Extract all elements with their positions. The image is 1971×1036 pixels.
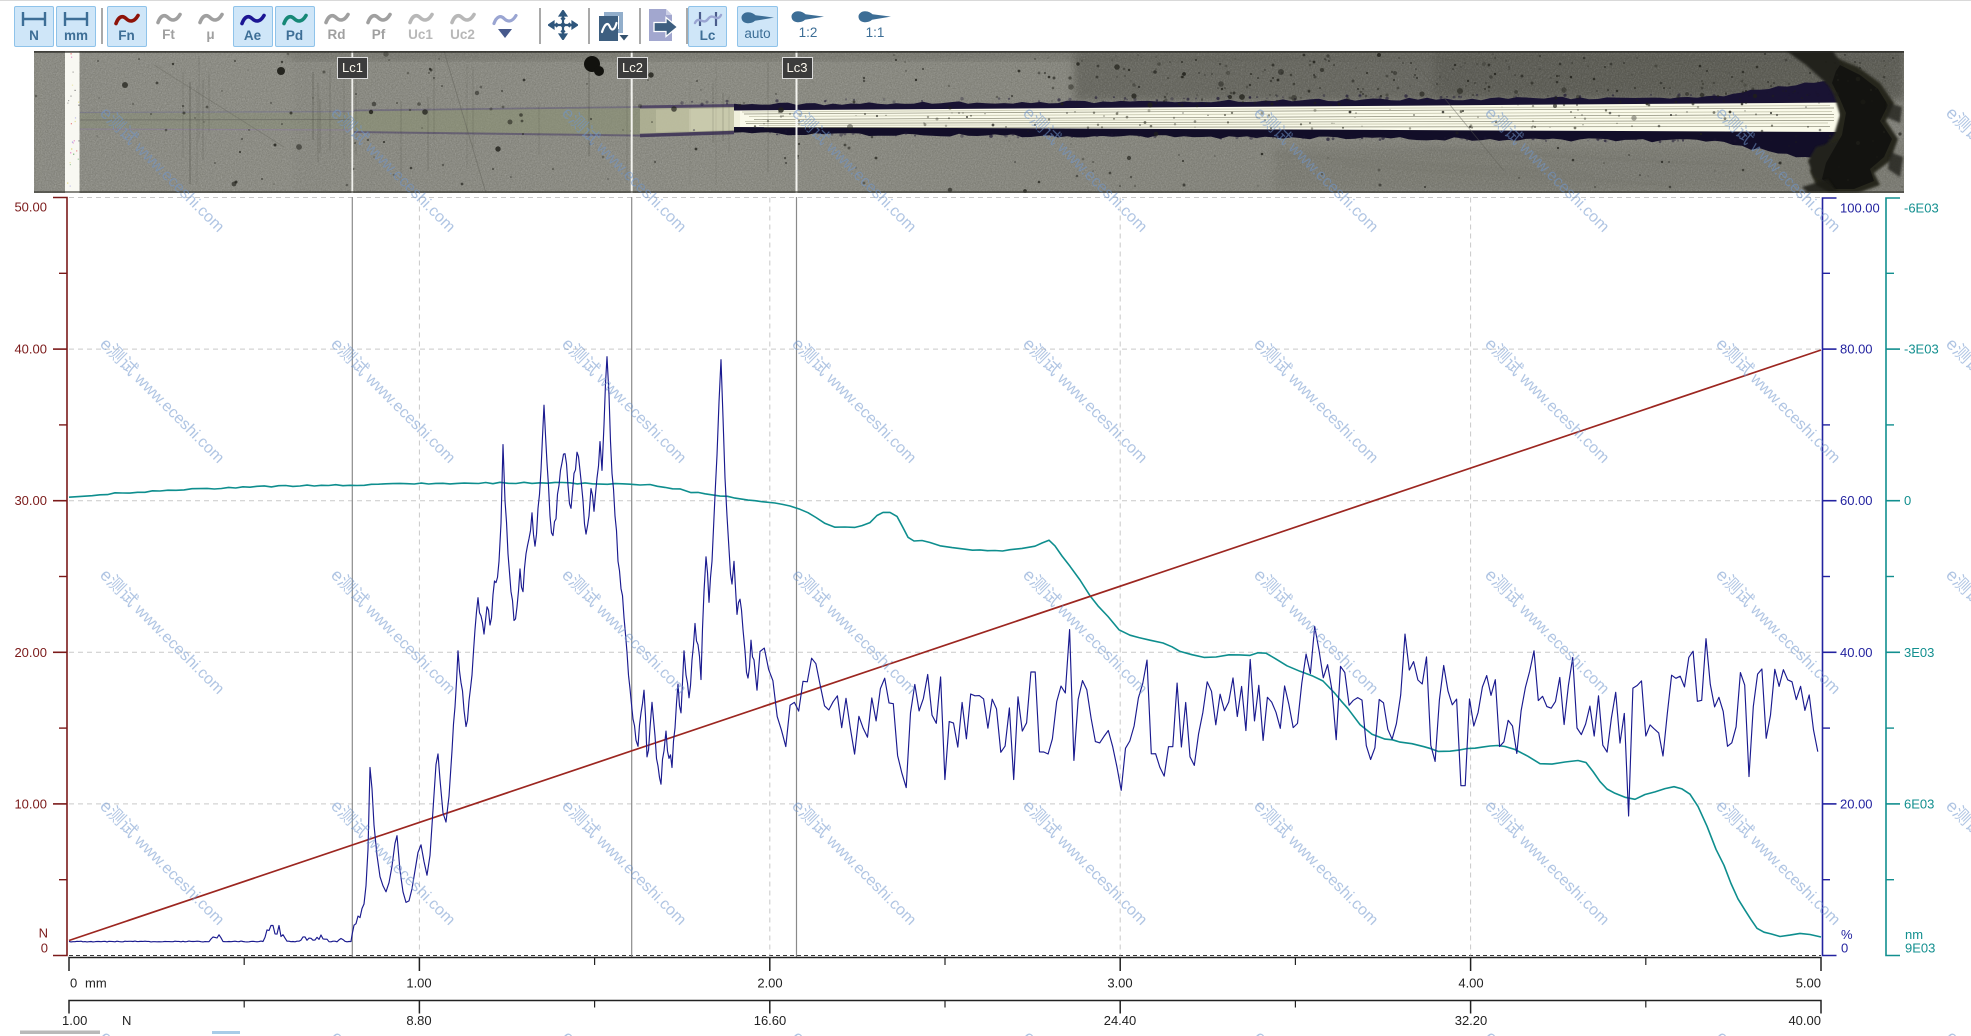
svg-text:4.00: 4.00 [1458,976,1483,991]
svg-text:3E03: 3E03 [1904,645,1934,660]
svg-text:0: 0 [1904,493,1911,508]
svg-text:0: 0 [70,976,77,991]
svg-text:10.00: 10.00 [14,796,47,811]
svg-text:8.80: 8.80 [406,1013,431,1028]
svg-text:0: 0 [1841,941,1848,956]
svg-text:5.00: 5.00 [1796,976,1821,991]
svg-text:30.00: 30.00 [14,493,47,508]
svg-text:1.00: 1.00 [406,976,431,991]
svg-text:100.00: 100.00 [1840,201,1880,216]
svg-text:20.00: 20.00 [14,645,47,660]
svg-text:50.00: 50.00 [14,200,47,215]
svg-text:16.60: 16.60 [754,1013,787,1028]
svg-text:0: 0 [41,941,48,956]
svg-text:-6E03: -6E03 [1904,201,1939,216]
svg-text:mm: mm [85,976,107,991]
svg-text:3.00: 3.00 [1107,976,1132,991]
svg-text:40.00: 40.00 [14,342,47,357]
svg-text:32.20: 32.20 [1455,1013,1488,1028]
svg-text:6E03: 6E03 [1904,796,1934,811]
svg-text:40.00: 40.00 [1840,645,1873,660]
svg-text:40.00: 40.00 [1788,1013,1821,1028]
svg-text:2.00: 2.00 [757,976,782,991]
svg-text:20.00: 20.00 [1840,796,1873,811]
svg-text:N: N [39,926,48,941]
svg-text:80.00: 80.00 [1840,342,1873,357]
svg-text:-3E03: -3E03 [1904,342,1939,357]
svg-text:24.40: 24.40 [1104,1013,1137,1028]
svg-text:9E03: 9E03 [1905,941,1935,956]
svg-text:1.00: 1.00 [62,1013,87,1028]
svg-text:N: N [122,1013,131,1028]
svg-text:60.00: 60.00 [1840,493,1873,508]
